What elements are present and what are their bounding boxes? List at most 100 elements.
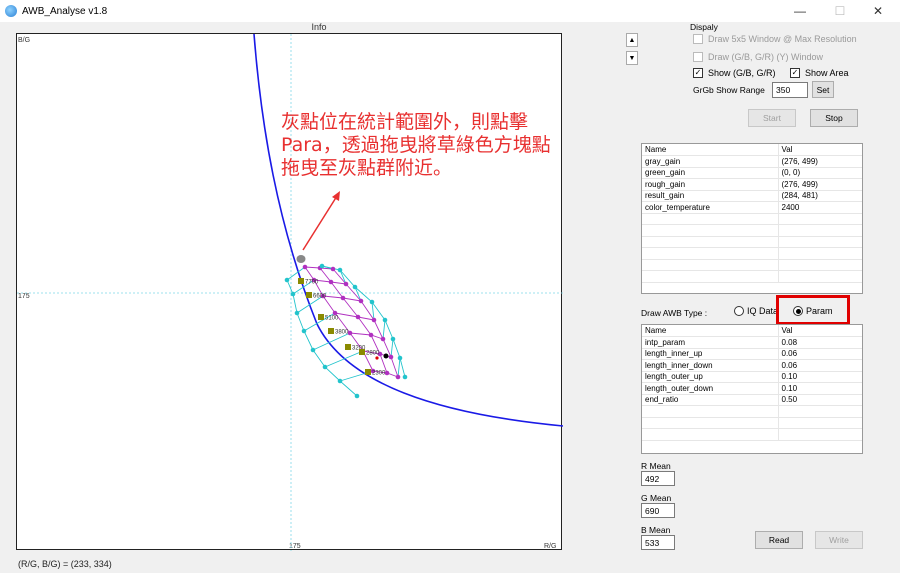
cell-name: rough_gain	[642, 178, 779, 191]
grid-node	[395, 374, 401, 380]
cell-name: result_gain	[642, 190, 779, 202]
outer-node	[337, 267, 343, 273]
table-row-empty	[642, 405, 862, 418]
temperature-label-5100: 5100	[325, 316, 339, 322]
radio-iq-data-row[interactable]: IQ Data	[734, 306, 778, 316]
outer-connector	[390, 338, 394, 358]
display-group-label: Dispaly	[690, 22, 718, 32]
plot-title: Info	[311, 22, 327, 32]
scroll-up-button[interactable]: ▲	[626, 33, 638, 47]
table-row-empty	[642, 259, 862, 271]
temperature-square-2800	[359, 349, 365, 355]
grid-node	[380, 336, 386, 342]
current-point	[383, 353, 389, 359]
cell-value: 0.10	[778, 371, 862, 383]
table-row[interactable]: end_ratio 0.50	[642, 394, 862, 406]
info-table[interactable]: Name Val gray_gain (276, 499) green_gain…	[641, 143, 863, 294]
title-bar: AWB_Analyse v1.8 — ☐ ✕	[0, 0, 900, 22]
outer-node	[337, 378, 343, 384]
temperature-square-2300	[365, 369, 371, 375]
grid-node	[347, 330, 353, 336]
grid-node	[343, 281, 349, 287]
y-mid-tick-label: 175	[18, 293, 30, 300]
write-button[interactable]: Write	[815, 531, 863, 549]
param-table[interactable]: Name Val intp_param 0.08 length_inner_up…	[641, 324, 863, 454]
show-area-checkbox[interactable]: ✓	[790, 68, 800, 78]
window-title: AWB_Analyse v1.8	[22, 5, 108, 17]
cell-name: gray_gain	[642, 155, 779, 168]
header-val: Val	[778, 144, 862, 156]
radio-iq-data[interactable]	[734, 306, 744, 316]
r-mean-value[interactable]: 492	[641, 471, 675, 486]
annotation-arrow-line	[302, 195, 338, 251]
cell-value: (276, 499)	[778, 178, 862, 191]
app-icon	[5, 5, 17, 17]
header-name: Name	[642, 144, 779, 156]
cell-value: (284, 481)	[778, 190, 862, 202]
locus-curve	[253, 34, 563, 427]
b-mean-label: B Mean	[641, 525, 671, 535]
table-row[interactable]: color_temperature 2400	[642, 201, 862, 214]
outer-connector	[397, 357, 401, 378]
cell-value: 0.06	[778, 348, 862, 360]
temperature-square-3800	[328, 328, 334, 334]
grid-node	[355, 314, 361, 320]
grid-node	[302, 264, 308, 270]
start-button[interactable]: Start	[748, 109, 796, 127]
scroll-down-button[interactable]: ▼	[626, 51, 638, 65]
cell-value: 2400	[778, 201, 862, 214]
table-row-empty	[642, 428, 862, 441]
table-row[interactable]: intp_param 0.08	[642, 336, 862, 349]
outer-node	[402, 374, 408, 380]
table-row[interactable]: green_gain (0, 0)	[642, 167, 862, 179]
cell-name: length_outer_down	[642, 382, 779, 395]
stop-button[interactable]: Stop	[810, 109, 858, 127]
grgb-range-input[interactable]: 350	[772, 82, 808, 98]
table-row[interactable]: result_gain (284, 481)	[642, 190, 862, 202]
y-axis-label: B/G	[18, 37, 30, 44]
table-row[interactable]: length_inner_up 0.06	[642, 348, 862, 360]
cell-name: intp_param	[642, 336, 779, 349]
b-mean-value[interactable]: 533	[641, 535, 675, 550]
minimize-button[interactable]: —	[780, 0, 820, 22]
set-button[interactable]: Set	[812, 81, 834, 98]
header-val: Val	[778, 325, 862, 337]
temperature-label-6600: 6600	[313, 294, 327, 300]
table-row[interactable]: rough_gain (276, 499)	[642, 178, 862, 191]
temperature-square-3200	[345, 344, 351, 350]
header-name: Name	[642, 325, 779, 337]
temperature-label-2800: 2800	[366, 351, 380, 357]
g-mean-value[interactable]: 690	[641, 503, 675, 518]
table-row-empty	[642, 213, 862, 225]
close-button[interactable]: ✕	[858, 0, 898, 22]
coordinate-readout: (R/G, B/G) = (233, 334)	[18, 559, 112, 569]
table-row[interactable]: length_outer_up 0.10	[642, 371, 862, 383]
show-gbgr-checkbox[interactable]: ✓	[693, 68, 703, 78]
maximize-button[interactable]: ☐	[820, 0, 860, 22]
read-button[interactable]: Read	[755, 531, 803, 549]
temperature-square-5100	[318, 314, 324, 320]
outer-node	[390, 336, 396, 342]
show-area-checkbox-row[interactable]: ✓ Show Area	[790, 68, 849, 78]
table-row-empty	[642, 417, 862, 429]
cell-value: 0.06	[778, 359, 862, 372]
plot-panel: Info B/G R/G 175 175 7700 6600 5100 3800 3200 280…	[14, 22, 624, 554]
outer-node	[310, 347, 316, 353]
grid-node	[340, 295, 346, 301]
draw-5x5-checkbox-row[interactable]: Draw 5x5 Window @ Max Resolution	[693, 34, 857, 44]
grid-node	[328, 279, 334, 285]
draw-5x5-checkbox[interactable]	[693, 34, 703, 44]
cell-value: (0, 0)	[778, 167, 862, 179]
gray-point-cluster	[296, 255, 306, 263]
outer-node	[319, 263, 325, 269]
show-gbgr-label: Show (G/B, G/R)	[708, 68, 776, 78]
show-gbgr-checkbox-row[interactable]: ✓ Show (G/B, G/R)	[693, 68, 776, 78]
table-row[interactable]: length_inner_down 0.06	[642, 359, 862, 372]
show-area-label: Show Area	[805, 68, 849, 78]
draw-gbgr-checkbox[interactable]	[693, 52, 703, 62]
table-row-empty	[642, 270, 862, 283]
grid-node	[330, 266, 336, 272]
table-row[interactable]: length_outer_down 0.10	[642, 382, 862, 395]
draw-gbgr-checkbox-row[interactable]: Draw (G/B, G/R) (Y) Window	[693, 52, 823, 62]
table-row[interactable]: gray_gain (276, 499)	[642, 155, 862, 168]
